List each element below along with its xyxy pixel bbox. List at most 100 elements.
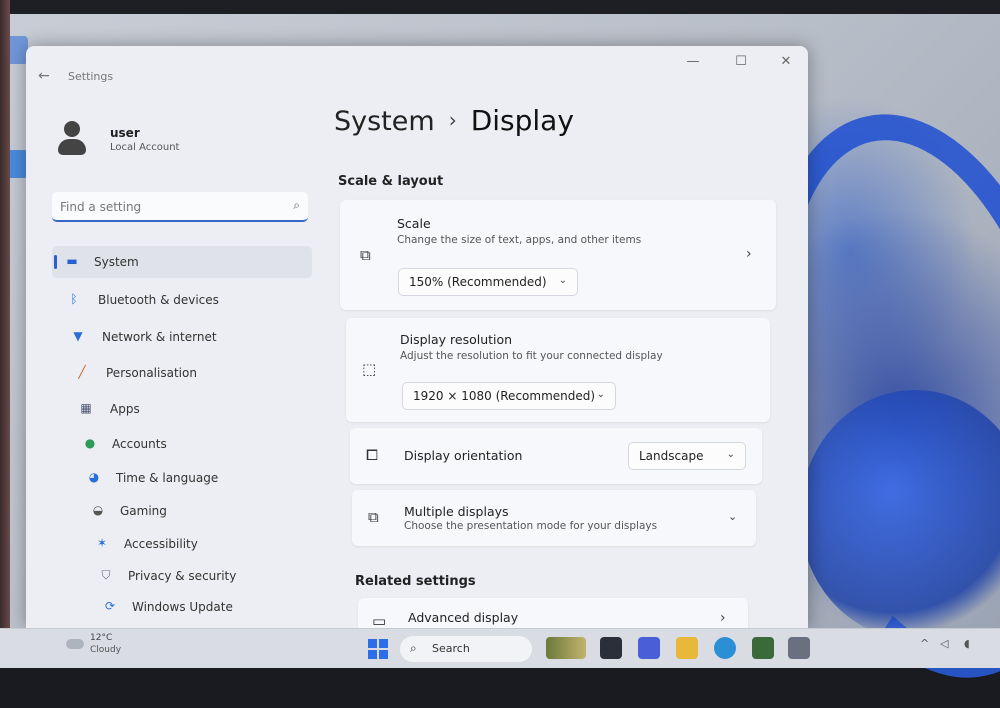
sidebar-item-accessibility[interactable]: ✶ Accessibility	[52, 528, 312, 560]
resolution-title: Display resolution	[400, 332, 513, 347]
start-button[interactable]	[368, 639, 388, 659]
scale-dropdown-value: 150% (Recommended)	[409, 275, 547, 289]
avatar[interactable]	[56, 121, 88, 157]
scale-dropdown[interactable]: 150% (Recommended) ⌄	[398, 268, 578, 296]
search-icon[interactable]: ⌕	[293, 198, 300, 213]
advanced-display-card[interactable]: ▭ Advanced display ›	[358, 598, 748, 628]
sidebar-item-accounts[interactable]: ● Accounts	[52, 428, 312, 460]
breadcrumb: System › Display	[334, 104, 574, 137]
orientation-card: ⧠ Display orientation Landscape ⌄	[350, 428, 762, 484]
multiple-displays-subtitle: Choose the presentation mode for your di…	[404, 520, 658, 532]
store-icon[interactable]	[752, 637, 774, 659]
scale-card[interactable]: ⧉ Scale Change the size of text, apps, a…	[340, 200, 776, 310]
advanced-display-title: Advanced display	[408, 610, 519, 625]
monitor-icon: ▭	[372, 612, 387, 628]
system-icon: ▬	[66, 254, 78, 268]
close-button[interactable]: ✕	[771, 54, 801, 69]
account-type: Local Account	[110, 142, 180, 153]
section-heading-related: Related settings	[355, 574, 476, 589]
edge-icon[interactable]	[714, 637, 736, 659]
title-bar: ← Settings — ☐ ✕	[26, 46, 808, 96]
resolution-dropdown[interactable]: 1920 × 1080 (Recommended) ⌄	[402, 382, 616, 410]
weather-temp: 12°C	[90, 633, 113, 643]
chat-icon[interactable]	[638, 637, 660, 659]
breadcrumb-separator: ›	[448, 108, 457, 132]
multiple-displays-title: Multiple displays	[404, 504, 509, 519]
sidebar-item-label: Apps	[110, 402, 140, 416]
volume-tray-icon[interactable]: ◖	[964, 637, 970, 650]
sidebar-item-network[interactable]: ▼ Network & internet	[52, 321, 312, 353]
maximize-button[interactable]: ☐	[726, 54, 756, 69]
orientation-title: Display orientation	[404, 448, 523, 463]
sidebar-item-personalisation[interactable]: ╱ Personalisation	[52, 357, 312, 389]
taskbar-search-label: Search	[432, 642, 470, 655]
file-explorer-icon[interactable]	[676, 637, 698, 659]
taskbar-search[interactable]: ⌕ Search	[400, 636, 532, 662]
section-heading-scale-layout: Scale & layout	[338, 174, 444, 189]
sidebar-item-windows-update[interactable]: ⟳ Windows Update	[52, 591, 312, 623]
sidebar-item-label: Accessibility	[124, 537, 198, 551]
orientation-icon: ⧠	[366, 446, 379, 464]
sidebar-item-label: System	[94, 255, 139, 269]
sidebar-item-privacy[interactable]: ⛉ Privacy & security	[52, 560, 312, 592]
weather-desc: Cloudy	[90, 645, 122, 655]
task-view-icon[interactable]	[600, 637, 622, 659]
chevron-down-icon: ⌄	[726, 449, 735, 460]
resolution-subtitle: Adjust the resolution to fit your connec…	[400, 350, 663, 362]
network-tray-icon[interactable]: ◁	[940, 637, 948, 650]
sidebar-item-label: Privacy & security	[128, 569, 237, 583]
sidebar-item-label: Accounts	[112, 437, 167, 451]
settings-window: ← Settings — ☐ ✕ user Local Account ⌕ ▬ …	[26, 46, 808, 628]
scale-title: Scale	[397, 216, 431, 231]
chevron-down-icon: ⌄	[596, 389, 605, 400]
resolution-dropdown-value: 1920 × 1080 (Recommended)	[413, 389, 596, 403]
search-input[interactable]	[58, 196, 282, 218]
breadcrumb-parent[interactable]: System	[334, 106, 435, 137]
settings-gear-icon[interactable]	[788, 637, 810, 659]
sidebar-item-gaming[interactable]: ◒ Gaming	[52, 495, 312, 527]
orientation-dropdown[interactable]: Landscape ⌄	[628, 442, 746, 470]
sidebar-item-label: Windows Update	[132, 600, 233, 614]
globe-clock-icon: ◕	[88, 470, 100, 484]
gamepad-icon: ◒	[92, 503, 104, 517]
multiple-displays-icon: ⧉	[368, 508, 379, 526]
taskbar: 12°C Cloudy ⌕ Search ^ ◁ ◖	[0, 628, 1000, 668]
sidebar-item-time-language[interactable]: ◕ Time & language	[52, 462, 312, 494]
chevron-right-icon[interactable]: ›	[746, 246, 752, 262]
user-name: user	[110, 126, 140, 140]
scale-subtitle: Change the size of text, apps, and other…	[397, 234, 642, 246]
sidebar-item-label: Personalisation	[106, 366, 197, 380]
search-highlight-image[interactable]	[546, 637, 586, 659]
cloud-icon	[66, 639, 84, 649]
sidebar-item-bluetooth[interactable]: ᛒ Bluetooth & devices	[52, 284, 312, 316]
update-icon: ⟳	[104, 599, 116, 613]
orientation-dropdown-value: Landscape	[639, 449, 704, 463]
page-title: Display	[470, 104, 574, 137]
accessibility-icon: ✶	[96, 536, 108, 550]
resolution-icon: ⬚	[362, 360, 377, 378]
sidebar-item-label: Bluetooth & devices	[98, 293, 219, 307]
chevron-up-icon[interactable]: ^	[920, 637, 929, 650]
selection-indicator	[54, 255, 57, 269]
screen-bezel-left	[0, 0, 10, 667]
multiple-displays-card[interactable]: ⧉ Multiple displays Choose the presentat…	[352, 490, 756, 546]
sidebar-item-system[interactable]: ▬ System	[52, 246, 312, 278]
screen-bezel-top	[0, 0, 1000, 14]
shield-icon: ⛉	[101, 568, 111, 582]
bluetooth-icon: ᛒ	[70, 292, 78, 306]
chevron-right-icon[interactable]: ›	[720, 610, 726, 626]
back-arrow-icon[interactable]: ←	[38, 68, 50, 84]
sidebar-item-label: Network & internet	[102, 330, 217, 344]
brush-icon: ╱	[78, 365, 86, 379]
sidebar-item-label: Gaming	[120, 504, 167, 518]
sidebar-item-apps[interactable]: ▦ Apps	[52, 393, 312, 425]
scale-icon: ⧉	[360, 246, 371, 264]
chevron-down-icon: ⌄	[558, 275, 567, 286]
wifi-icon: ▼	[73, 329, 83, 343]
accounts-icon: ●	[84, 436, 96, 450]
chevron-down-icon[interactable]: ⌄	[728, 510, 737, 523]
minimize-button[interactable]: —	[678, 54, 708, 69]
search-box[interactable]: ⌕	[52, 192, 308, 222]
apps-icon: ▦	[80, 401, 92, 415]
sidebar-item-label: Time & language	[116, 471, 219, 485]
